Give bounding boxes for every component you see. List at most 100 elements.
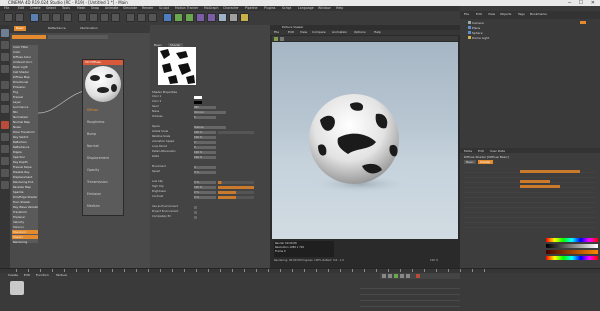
global-scale-slider[interactable]: [218, 130, 254, 134]
port-bump[interactable]: Bump: [87, 128, 123, 140]
color2-swatch[interactable]: [194, 100, 202, 104]
completely-fill-checkbox[interactable]: [194, 215, 197, 219]
list-item[interactable]: Reflection: [12, 140, 38, 144]
list-item[interactable]: Fog: [12, 90, 38, 94]
snap-icon[interactable]: [1, 145, 9, 153]
hue-strip[interactable]: [546, 238, 598, 242]
port-opacity[interactable]: Opacity: [87, 164, 123, 176]
list-item[interactable]: Spectral: [12, 155, 38, 159]
value-strip[interactable]: [546, 244, 598, 248]
goto-start-icon[interactable]: [382, 274, 386, 278]
list-item[interactable]: Noise: [12, 125, 38, 129]
array-icon[interactable]: [196, 13, 205, 22]
diffuse-node[interactable]: CD Diffuse Diffuse Roughness Bump Normal…: [82, 59, 124, 216]
tab-basic[interactable]: Basic: [14, 26, 26, 31]
viewer-menu-help[interactable]: Help: [374, 30, 381, 35]
viewer-menu-edit[interactable]: Edit: [288, 30, 294, 35]
detail-attenuation-field[interactable]: 100 %: [194, 150, 216, 154]
am-slider-3[interactable]: [520, 185, 560, 188]
next-frame-icon[interactable]: [400, 274, 404, 278]
x-axis-icon[interactable]: [78, 13, 87, 22]
list-item[interactable]: Normal Map: [12, 120, 38, 124]
list-item[interactable]: Mix: [12, 110, 38, 114]
low-clip-slider[interactable]: [218, 180, 254, 184]
render-view-icon[interactable]: [126, 13, 135, 22]
list-item[interactable]: Polar Transform: [12, 130, 38, 134]
loop-period-field[interactable]: 0: [194, 145, 216, 149]
list-item[interactable]: Ray Depth: [12, 160, 38, 164]
camera-icon[interactable]: [229, 13, 238, 22]
timeline-ruler[interactable]: [16, 269, 486, 272]
edges-mode-icon[interactable]: [1, 93, 9, 101]
live-selection-icon[interactable]: [30, 13, 39, 22]
om-menu-tags[interactable]: Tags: [518, 12, 525, 16]
lock-workplane-icon[interactable]: [1, 157, 9, 165]
material-tag-icon[interactable]: [580, 21, 586, 24]
list-item[interactable]: Rim/Edge Shader: [12, 195, 38, 199]
list-item[interactable]: Ray Wave Variation: [12, 205, 38, 209]
undo-icon[interactable]: [4, 13, 13, 22]
speed-field[interactable]: 0 %: [194, 170, 216, 174]
saturation-strip[interactable]: [546, 250, 598, 254]
play-icon[interactable]: [274, 36, 278, 41]
rotate-icon[interactable]: [63, 13, 72, 22]
port-medium[interactable]: Medium: [87, 200, 123, 212]
list-item[interactable]: Ray Switch: [12, 135, 38, 139]
object-row-camera[interactable]: Camera: [468, 21, 528, 25]
cube-icon[interactable]: [163, 13, 172, 22]
low-clip-field[interactable]: 0 %: [194, 180, 216, 184]
list-item[interactable]: Transform: [12, 210, 38, 214]
list-item[interactable]: Velocity: [12, 220, 38, 224]
list-item[interactable]: Back Light: [12, 65, 38, 69]
workplane-icon[interactable]: [1, 65, 9, 73]
list-item[interactable]: Rendering Ent.: [12, 180, 38, 184]
high-clip-slider[interactable]: [218, 185, 254, 189]
model-mode-icon[interactable]: [1, 41, 9, 49]
record-icon[interactable]: [416, 274, 420, 278]
list-item[interactable]: Layer: [12, 100, 38, 104]
list-item[interactable]: Parallax Map: [12, 185, 38, 189]
render-picture-viewer-icon[interactable]: [137, 13, 146, 22]
list-item[interactable]: Cell Shader: [12, 70, 38, 74]
list-item[interactable]: Ripple: [12, 150, 38, 154]
port-displacement[interactable]: Displacement: [87, 152, 123, 164]
port-emission[interactable]: Emission: [87, 188, 123, 200]
light-icon[interactable]: [240, 13, 249, 22]
am-slider-2[interactable]: [520, 180, 550, 183]
object-row-sphere[interactable]: Sphere: [468, 31, 528, 35]
project-environment-checkbox[interactable]: [194, 210, 197, 214]
port-roughness[interactable]: Roughness: [87, 116, 123, 128]
high-clip-field[interactable]: 100 %: [194, 185, 216, 189]
list-item[interactable]: Reflectance: [12, 145, 38, 149]
list-item[interactable]: Triplanar: [12, 215, 38, 219]
polygons-mode-icon[interactable]: [1, 105, 9, 113]
list-item[interactable]: Rendering: [12, 240, 38, 244]
mat-menu-texture[interactable]: Texture: [56, 273, 67, 278]
solo-icon[interactable]: [1, 181, 9, 189]
am-slider-1[interactable]: [520, 170, 580, 173]
floor-icon[interactable]: [218, 13, 227, 22]
port-transmission[interactable]: Transmission: [87, 176, 123, 188]
hue-strip-2[interactable]: [546, 256, 598, 260]
brightness-slider[interactable]: [218, 190, 254, 194]
tab-illumination[interactable]: Illumination: [80, 26, 98, 31]
list-item[interactable]: Diffuse Map: [12, 75, 38, 79]
space-dropdown[interactable]: Texture: [194, 125, 226, 129]
y-axis-icon[interactable]: [89, 13, 98, 22]
relative-scale-field[interactable]: 100 %: [194, 135, 216, 139]
redo-icon[interactable]: [15, 13, 24, 22]
mat-menu-create[interactable]: Create: [8, 273, 18, 278]
om-menu-view[interactable]: View: [488, 12, 495, 16]
tab-reflectance[interactable]: Reflectance: [48, 26, 66, 31]
make-editable-icon[interactable]: [1, 29, 9, 37]
brightness-field[interactable]: 0 %: [194, 190, 216, 194]
mat-menu-edit[interactable]: Edit: [24, 273, 30, 278]
list-item[interactable]: Directional: [12, 80, 38, 84]
scale-icon[interactable]: [52, 13, 61, 22]
octaves-field[interactable]: 5: [194, 115, 216, 119]
tweak-mode-icon[interactable]: [1, 133, 9, 141]
viewer-menu-view[interactable]: View: [300, 30, 307, 35]
use-as-environment-checkbox[interactable]: [194, 205, 197, 209]
animation-speed-field[interactable]: 0: [194, 140, 216, 144]
axis-mode-icon[interactable]: [1, 121, 9, 129]
